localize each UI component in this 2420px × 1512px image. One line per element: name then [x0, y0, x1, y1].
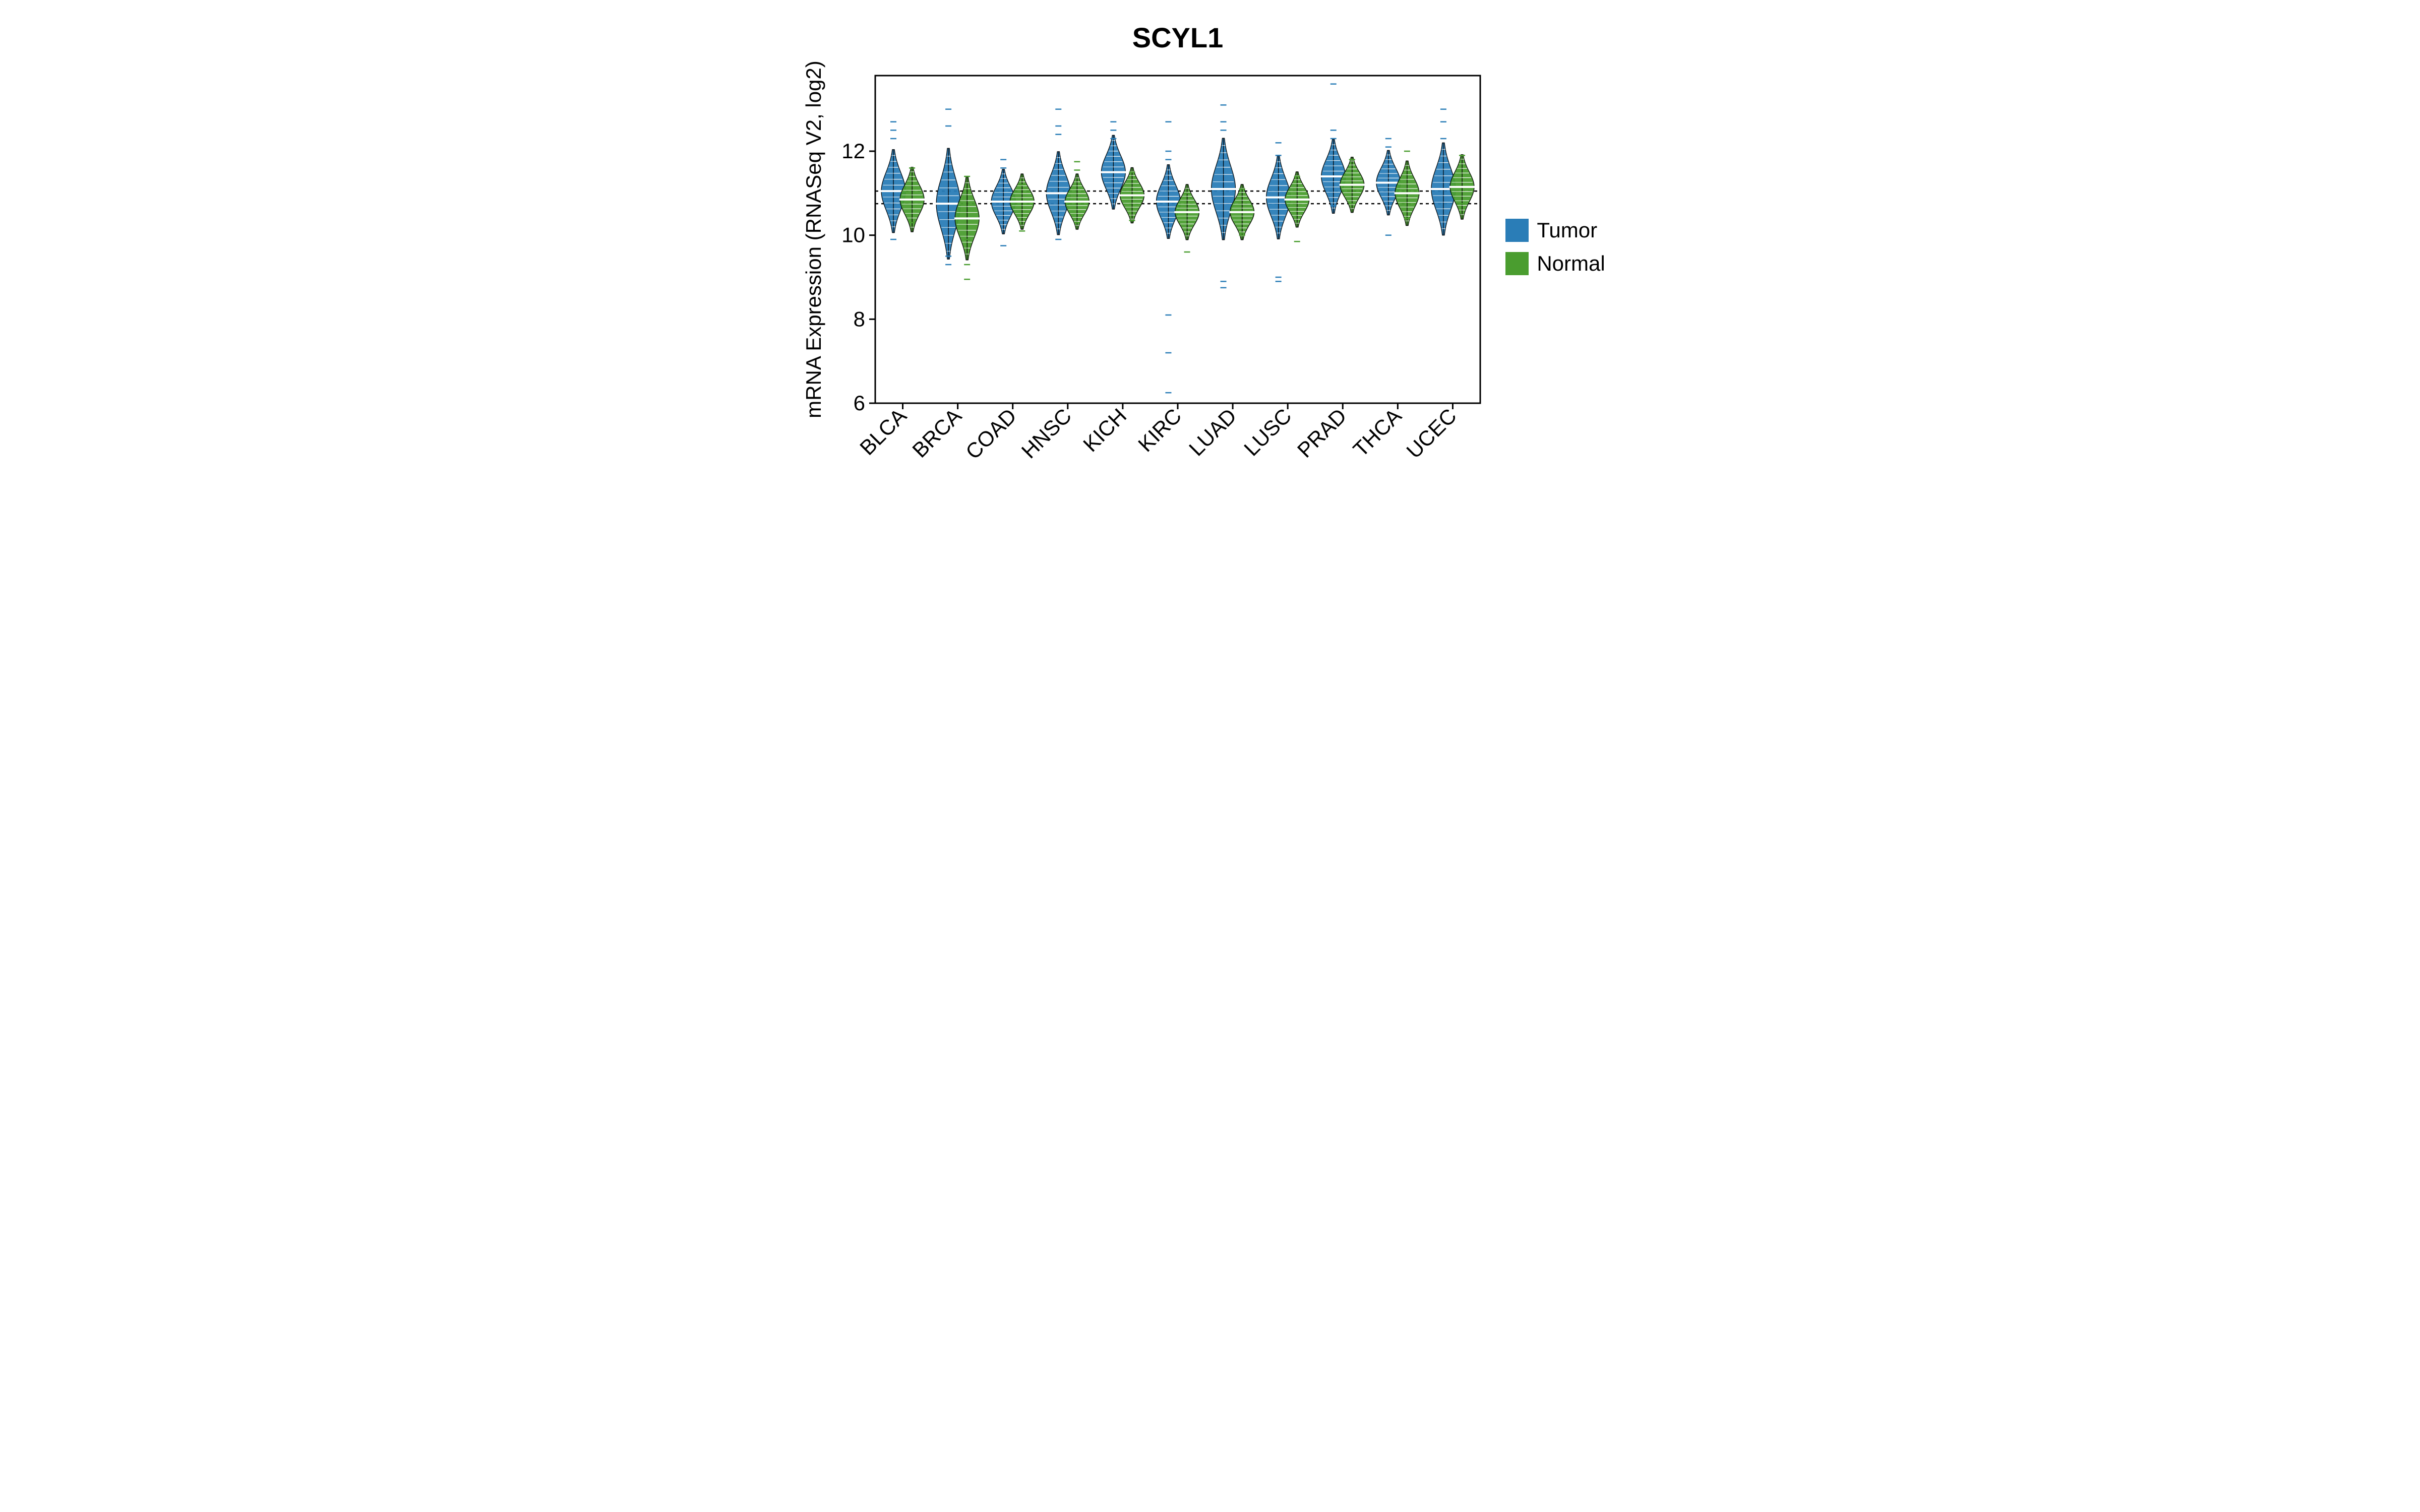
legend-item-tumor: Tumor — [1505, 218, 1605, 242]
svg-text:12: 12 — [842, 139, 866, 163]
svg-text:6: 6 — [854, 391, 865, 415]
legend: Tumor Normal — [1505, 218, 1605, 276]
legend-swatch-normal — [1505, 252, 1529, 275]
svg-text:COAD: COAD — [961, 404, 1021, 464]
legend-swatch-tumor — [1505, 219, 1529, 242]
svg-text:BRCA: BRCA — [908, 404, 966, 462]
svg-text:THCA: THCA — [1349, 404, 1406, 461]
legend-label-tumor: Tumor — [1537, 218, 1597, 242]
svg-text:LUSC: LUSC — [1239, 404, 1296, 460]
svg-text:mRNA Expression (RNASeq V2, lo: mRNA Expression (RNASeq V2, log2) — [805, 60, 825, 418]
svg-text:KICH: KICH — [1078, 404, 1131, 456]
svg-text:HNSC: HNSC — [1017, 404, 1076, 463]
svg-text:SCYL1: SCYL1 — [1132, 22, 1224, 53]
svg-text:8: 8 — [854, 307, 865, 331]
svg-text:UCEC: UCEC — [1402, 404, 1461, 463]
beanplot-chart: SCYL1 mRNA Expression (RNASeq V2, log2) 6 8… — [805, 20, 1490, 474]
legend-label-normal: Normal — [1537, 251, 1605, 276]
svg-text:10: 10 — [842, 223, 866, 247]
legend-item-normal: Normal — [1505, 251, 1605, 276]
svg-text:LUAD: LUAD — [1184, 404, 1241, 460]
svg-text:PRAD: PRAD — [1293, 404, 1351, 462]
svg-text:KIRC: KIRC — [1133, 404, 1186, 456]
